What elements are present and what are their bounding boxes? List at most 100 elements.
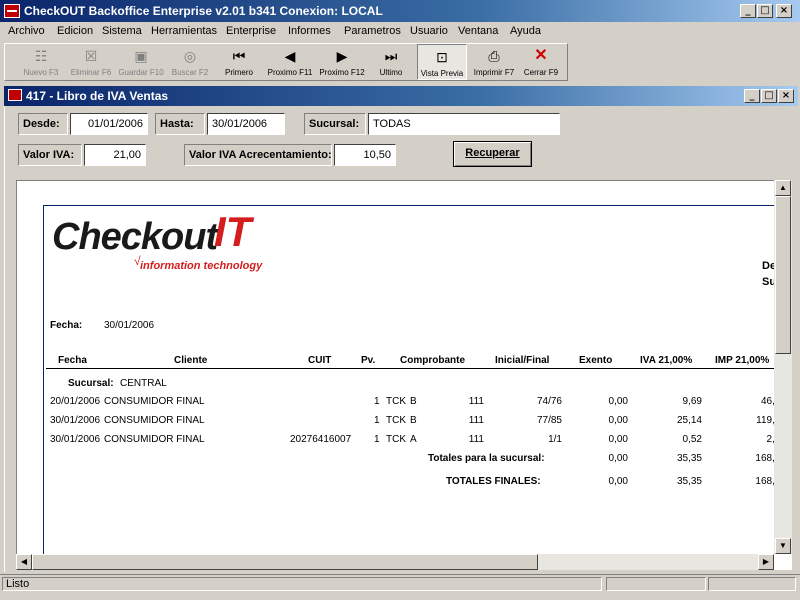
scroll-up-icon[interactable]: ▲ <box>775 180 791 196</box>
report-fecha-label: Fecha: <box>50 320 83 331</box>
child-close-button[interactable]: × <box>778 89 794 103</box>
menu-ventana[interactable]: Ventana <box>458 25 498 37</box>
save-icon: ▣ <box>134 48 148 64</box>
maximize-button[interactable]: □ <box>757 4 773 18</box>
table-row-cell: 111 <box>468 434 484 445</box>
vertical-scroll-thumb[interactable] <box>775 196 791 354</box>
printer-icon: ⎙ <box>488 48 500 64</box>
menu-ayuda[interactable]: Ayuda <box>510 25 541 37</box>
table-row-cell: 0,00 <box>608 415 628 426</box>
table-row-cell: 0,00 <box>608 396 628 407</box>
app-icon[interactable] <box>4 4 20 18</box>
col-comprobante: Comprobante <box>400 355 465 366</box>
table-row-cell: 20276416007 <box>290 434 352 445</box>
report-preview[interactable]: Checkout IT information technology √ De … <box>16 180 792 570</box>
menu-herramientas[interactable]: Herramientas <box>151 25 217 37</box>
proximo-f12-button[interactable]: ▶ Proximo F12 <box>317 44 367 80</box>
table-row-cell: 77/85 <box>536 415 562 426</box>
menu-enterprise[interactable]: Enterprise <box>226 25 276 37</box>
child-minimize-button[interactable]: _ <box>744 89 760 103</box>
hasta-input[interactable]: 30/01/2006 <box>207 113 285 135</box>
nuevo-button[interactable]: ☷ Nuevo F3 <box>19 44 63 80</box>
new-icon: ☷ <box>34 48 48 64</box>
desde-input[interactable]: 01/01/2006 <box>70 113 148 135</box>
guardar-button[interactable]: ▣ Guardar F10 <box>117 44 165 80</box>
app-title: CheckOUT Backoffice Enterprise v2.01 b34… <box>24 4 383 18</box>
next-icon: ▶ <box>336 48 348 64</box>
valor-acrecentamiento-input[interactable]: 10,50 <box>334 144 396 166</box>
valor-iva-input[interactable]: 21,00 <box>84 144 146 166</box>
report-page: Checkout IT information technology √ De … <box>43 205 786 561</box>
vista-previa-button[interactable]: ⊡ Vista Previa <box>417 44 467 80</box>
scroll-left-icon[interactable]: ◀ <box>16 554 32 570</box>
col-iva: IVA 21,00% <box>640 355 693 366</box>
status-bar: Listo <box>0 574 800 592</box>
cerrar-button[interactable]: ✕ Cerrar F9 <box>519 44 563 80</box>
col-exento: Exento <box>579 355 613 366</box>
eliminar-button[interactable]: ☒ Eliminar F6 <box>67 44 115 80</box>
horizontal-scroll-thumb[interactable] <box>32 554 538 570</box>
buscar-button[interactable]: ◎ Buscar F2 <box>167 44 213 80</box>
previous-icon: ◀ <box>284 48 296 64</box>
valor-iva-label: Valor IVA: <box>18 144 82 166</box>
table-row-cell: 1 <box>374 415 380 426</box>
table-row-cell: 20/01/2006 <box>50 396 101 407</box>
totales-finales-exento: 0,00 <box>608 476 628 487</box>
minimize-button[interactable]: _ <box>740 4 756 18</box>
child-title-bar[interactable]: 417 - Libro de IVA Ventas _ □ × <box>4 86 798 106</box>
totales-finales-label: TOTALES FINALES: <box>446 476 541 487</box>
table-row-cell: B <box>410 415 417 426</box>
totales-sucursal-label: Totales para la sucursal: <box>428 453 545 464</box>
toolbar: ☷ Nuevo F3 ☒ Eliminar F6 ▣ Guardar F10 ◎… <box>4 43 568 81</box>
table-row-cell: 111 <box>468 396 484 407</box>
col-imp: IMP 21,00% <box>715 355 770 366</box>
logo-it: IT <box>214 208 252 255</box>
close-x-icon: ✕ <box>534 47 548 64</box>
child-window-icon[interactable] <box>8 89 22 101</box>
recuperar-button[interactable]: Recuperar <box>453 141 532 167</box>
desde-label: Desde: <box>18 113 68 135</box>
table-row-cell: TCK <box>386 396 406 407</box>
scroll-right-icon[interactable]: ▶ <box>758 554 774 570</box>
menu-bar: Archivo Edicion Sistema Herramientas Ent… <box>0 22 800 42</box>
imprimir-button[interactable]: ⎙ Imprimir F7 <box>469 44 519 80</box>
status-text: Listo <box>2 577 602 591</box>
table-row-cell: CONSUMIDOR FINAL <box>104 415 205 426</box>
horizontal-scrollbar[interactable]: ◀ ▶ <box>16 554 774 570</box>
primero-button[interactable]: ⏮ Primero <box>217 44 261 80</box>
report-fecha-value: 30/01/2006 <box>104 320 155 331</box>
child-maximize-button[interactable]: □ <box>761 89 777 103</box>
binoculars-icon: ◎ <box>183 48 197 64</box>
table-row-cell: 1/1 <box>548 434 562 445</box>
menu-informes[interactable]: Informes <box>288 25 331 37</box>
totales-sucursal-iva: 35,35 <box>676 453 702 464</box>
child-title: 417 - Libro de IVA Ventas <box>26 89 169 103</box>
proximo-f11-button[interactable]: ◀ Proximo F11 <box>265 44 315 80</box>
ultimo-button[interactable]: ⏭ Ultimo <box>369 44 413 80</box>
menu-edicion[interactable]: Edicion <box>57 25 93 37</box>
vertical-scrollbar[interactable]: ▲ ▼ <box>774 180 792 554</box>
status-cell-3 <box>708 577 796 591</box>
totales-finales-iva: 35,35 <box>676 476 702 487</box>
table-row-cell: CONSUMIDOR FINAL <box>104 434 205 445</box>
logo-checkout: Checkout <box>52 216 218 258</box>
logo-check-icon: √ <box>134 254 141 268</box>
valor-acrecentamiento-label: Valor IVA Acrecentamiento: <box>184 144 332 166</box>
table-row-cell: 25,14 <box>676 415 702 426</box>
menu-archivo[interactable]: Archivo <box>8 25 45 37</box>
header-divider <box>46 368 784 369</box>
scroll-down-icon[interactable]: ▼ <box>775 538 791 554</box>
menu-sistema[interactable]: Sistema <box>102 25 142 37</box>
table-row-cell: 0,52 <box>682 434 702 445</box>
menu-usuario[interactable]: Usuario <box>410 25 448 37</box>
first-icon: ⏮ <box>232 48 246 64</box>
col-cliente: Cliente <box>174 355 208 366</box>
menu-parametros[interactable]: Parametros <box>344 25 401 37</box>
table-row-cell: 9,69 <box>682 396 702 407</box>
col-inicial-final: Inicial/Final <box>495 355 550 366</box>
table-row-cell: TCK <box>386 415 406 426</box>
close-button[interactable]: × <box>776 4 792 18</box>
table-row-cell: 1 <box>374 434 380 445</box>
sucursal-input[interactable]: TODAS <box>368 113 560 135</box>
app-title-bar[interactable]: CheckOUT Backoffice Enterprise v2.01 b34… <box>0 0 800 22</box>
